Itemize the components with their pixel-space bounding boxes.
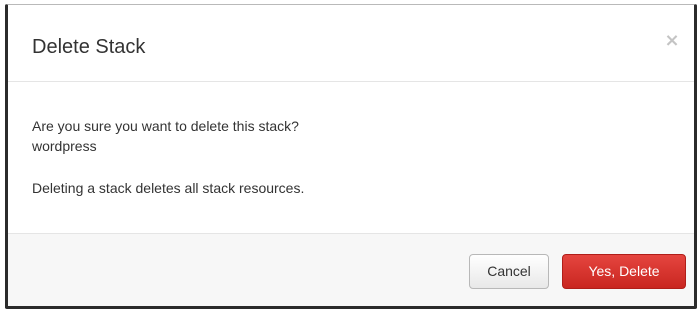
warning-text: Deleting a stack deletes all stack resou… <box>32 180 305 196</box>
dialog-body: Are you sure you want to delete this sta… <box>8 82 694 234</box>
dialog-title: Delete Stack <box>32 36 146 58</box>
close-icon[interactable]: × <box>662 29 682 53</box>
confirm-question: Are you sure you want to delete this sta… <box>32 118 299 134</box>
delete-stack-dialog: Delete Stack × Are you sure you want to … <box>5 4 697 309</box>
stack-name: wordpress <box>32 138 97 154</box>
dialog-footer: Cancel Yes, Delete <box>8 233 694 306</box>
cancel-button[interactable]: Cancel <box>469 254 549 289</box>
confirm-delete-button[interactable]: Yes, Delete <box>562 254 686 289</box>
dialog-header: Delete Stack × <box>8 5 694 82</box>
